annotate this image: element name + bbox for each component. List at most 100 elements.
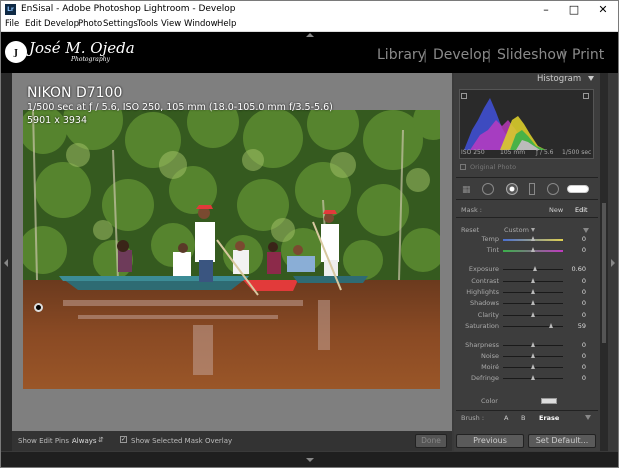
scrollbar-thumb[interactable] — [602, 203, 606, 343]
slider-value-sharpness[interactable]: 0 — [570, 341, 586, 349]
logo-name: José M. Ojeda — [29, 39, 135, 57]
slider-thumb-contrast[interactable] — [530, 278, 535, 283]
slider-thumb-defringe[interactable] — [530, 375, 535, 380]
close-button[interactable]: ✕ — [589, 2, 617, 17]
menu-photo[interactable]: Photo — [78, 19, 102, 29]
menu-file[interactable]: File — [5, 19, 19, 29]
chevron-down-icon[interactable] — [531, 228, 535, 232]
slider-label-highlights: Highlights — [466, 288, 499, 296]
slider-thumb-sharpness[interactable] — [530, 342, 535, 347]
divider — [456, 410, 598, 411]
effect-panel-collapse-icon[interactable] — [583, 228, 589, 233]
module-print[interactable]: Print — [572, 47, 604, 63]
slider-value-defringe[interactable]: 0 — [570, 374, 586, 382]
slider-thumb-moire[interactable] — [530, 364, 535, 369]
slider-thumb-temp[interactable] — [530, 236, 535, 241]
minimize-button[interactable]: – — [532, 2, 560, 17]
top-panel-toggle-icon[interactable] — [306, 33, 314, 37]
shadow-clipping-toggle[interactable] — [461, 93, 467, 99]
lightroom-app-icon: Lr — [5, 4, 16, 15]
right-panel-toggle-icon[interactable] — [611, 259, 615, 267]
menu-window[interactable]: Window — [184, 19, 218, 29]
slider-thumb-tint[interactable] — [530, 247, 535, 252]
slider-thumb-clarity[interactable] — [530, 312, 535, 317]
logo-last-name: M. Ojeda — [65, 39, 135, 57]
effect-preset-dropdown[interactable]: Custom — [504, 226, 529, 234]
show-edit-pins-dropdown[interactable]: Always — [72, 437, 97, 445]
highlight-clipping-toggle[interactable] — [583, 93, 589, 99]
mask-overlay-checkbox[interactable]: ✓ — [120, 436, 127, 443]
menu-settings[interactable]: Settings — [103, 19, 138, 29]
left-panel-toggle-icon[interactable] — [4, 259, 8, 267]
radial-filter-icon[interactable] — [547, 183, 559, 195]
histogram-title[interactable]: Histogram — [537, 74, 581, 84]
mask-edit-button[interactable]: Edit — [575, 206, 588, 214]
show-edit-pins-label: Show Edit Pins : — [18, 437, 74, 445]
module-library[interactable]: Library — [377, 47, 426, 63]
slider-label-moire: Moiré — [481, 363, 499, 371]
slider-value-moire[interactable]: 0 — [570, 363, 586, 371]
adjustment-brush-icon[interactable] — [567, 185, 589, 193]
edit-pin-icon[interactable] — [34, 303, 43, 312]
red-eye-icon[interactable] — [506, 183, 518, 195]
slider-thumb-exposure[interactable] — [532, 266, 537, 271]
menu-tools[interactable]: Tools — [137, 19, 158, 29]
slider-value-contrast[interactable]: 0 — [570, 277, 586, 285]
color-swatch[interactable] — [541, 398, 557, 404]
slider-thumb-shadows[interactable] — [530, 300, 535, 305]
slider-label-tint: Tint — [486, 246, 499, 254]
maximize-button[interactable]: □ — [560, 2, 588, 17]
brush-erase-tab[interactable]: Erase — [539, 414, 559, 422]
slider-value-temp[interactable]: 0 — [570, 235, 586, 243]
brush-panel-collapse-icon[interactable] — [585, 415, 591, 420]
bottom-toolbar: Show Edit Pins : Always ⇵ ✓ Show Selecte… — [12, 431, 452, 451]
menu-help[interactable]: Help — [217, 19, 236, 29]
slider-value-tint[interactable]: 0 — [570, 246, 586, 254]
slider-label-sharpness: Sharpness — [465, 341, 499, 349]
effect-reset-button[interactable]: Reset — [461, 226, 479, 234]
slider-thumb-noise[interactable] — [530, 353, 535, 358]
slider-track-saturation[interactable] — [503, 326, 563, 327]
slider-value-saturation[interactable]: 59 — [570, 322, 586, 330]
menu-bar: File Edit Develop Photo Settings Tools V… — [1, 18, 618, 32]
camera-model: NIKON D7100 — [27, 85, 123, 101]
histogram-collapse-icon[interactable] — [588, 76, 594, 81]
brush-b-tab[interactable]: B — [521, 414, 525, 422]
slider-value-shadows[interactable]: 0 — [570, 299, 586, 307]
crop-tool-icon[interactable]: ▦ — [462, 185, 471, 195]
right-panel-scrollbar[interactable] — [600, 73, 608, 451]
mask-label: Mask : — [461, 206, 482, 214]
module-develop[interactable]: Develop — [433, 47, 491, 63]
logo-first-name: José — [29, 39, 61, 57]
slider-value-exposure[interactable]: 0.60 — [570, 265, 586, 273]
menu-view[interactable]: View — [161, 19, 181, 29]
histogram-iso: ISO 250 — [461, 149, 485, 156]
menu-edit[interactable]: Edit — [25, 19, 41, 29]
brush-a-tab[interactable]: A — [504, 414, 508, 422]
color-label: Color — [481, 397, 498, 405]
chevron-up-down-icon[interactable]: ⇵ — [98, 436, 104, 444]
original-photo-checkbox[interactable] — [460, 164, 466, 170]
previous-button[interactable]: Previous — [456, 434, 524, 448]
logo-mark-icon: J — [5, 41, 27, 63]
spot-removal-icon[interactable] — [482, 183, 494, 195]
set-default-button[interactable]: Set Default... — [528, 434, 596, 448]
slider-thumb-saturation[interactable] — [548, 323, 553, 328]
slider-thumb-highlights[interactable] — [530, 289, 535, 294]
histogram-aperture: ƒ / 5.6 — [536, 149, 554, 156]
slider-value-highlights[interactable]: 0 — [570, 288, 586, 296]
module-separator: | — [562, 48, 567, 63]
graduated-filter-icon[interactable] — [529, 183, 535, 195]
slider-label-contrast: Contrast — [471, 277, 499, 285]
slider-label-temp: Temp — [481, 235, 499, 243]
mask-new-button[interactable]: New — [549, 206, 563, 214]
divider — [456, 177, 598, 178]
done-button[interactable]: Done — [415, 434, 447, 448]
slider-value-noise[interactable]: 0 — [570, 352, 586, 360]
module-separator: | — [487, 48, 492, 63]
module-slideshow[interactable]: Slideshow — [497, 47, 567, 63]
slider-value-clarity[interactable]: 0 — [570, 311, 586, 319]
menu-develop[interactable]: Develop — [44, 19, 79, 29]
photo-preview[interactable] — [23, 110, 440, 389]
filmstrip-toggle-icon[interactable] — [306, 458, 314, 462]
